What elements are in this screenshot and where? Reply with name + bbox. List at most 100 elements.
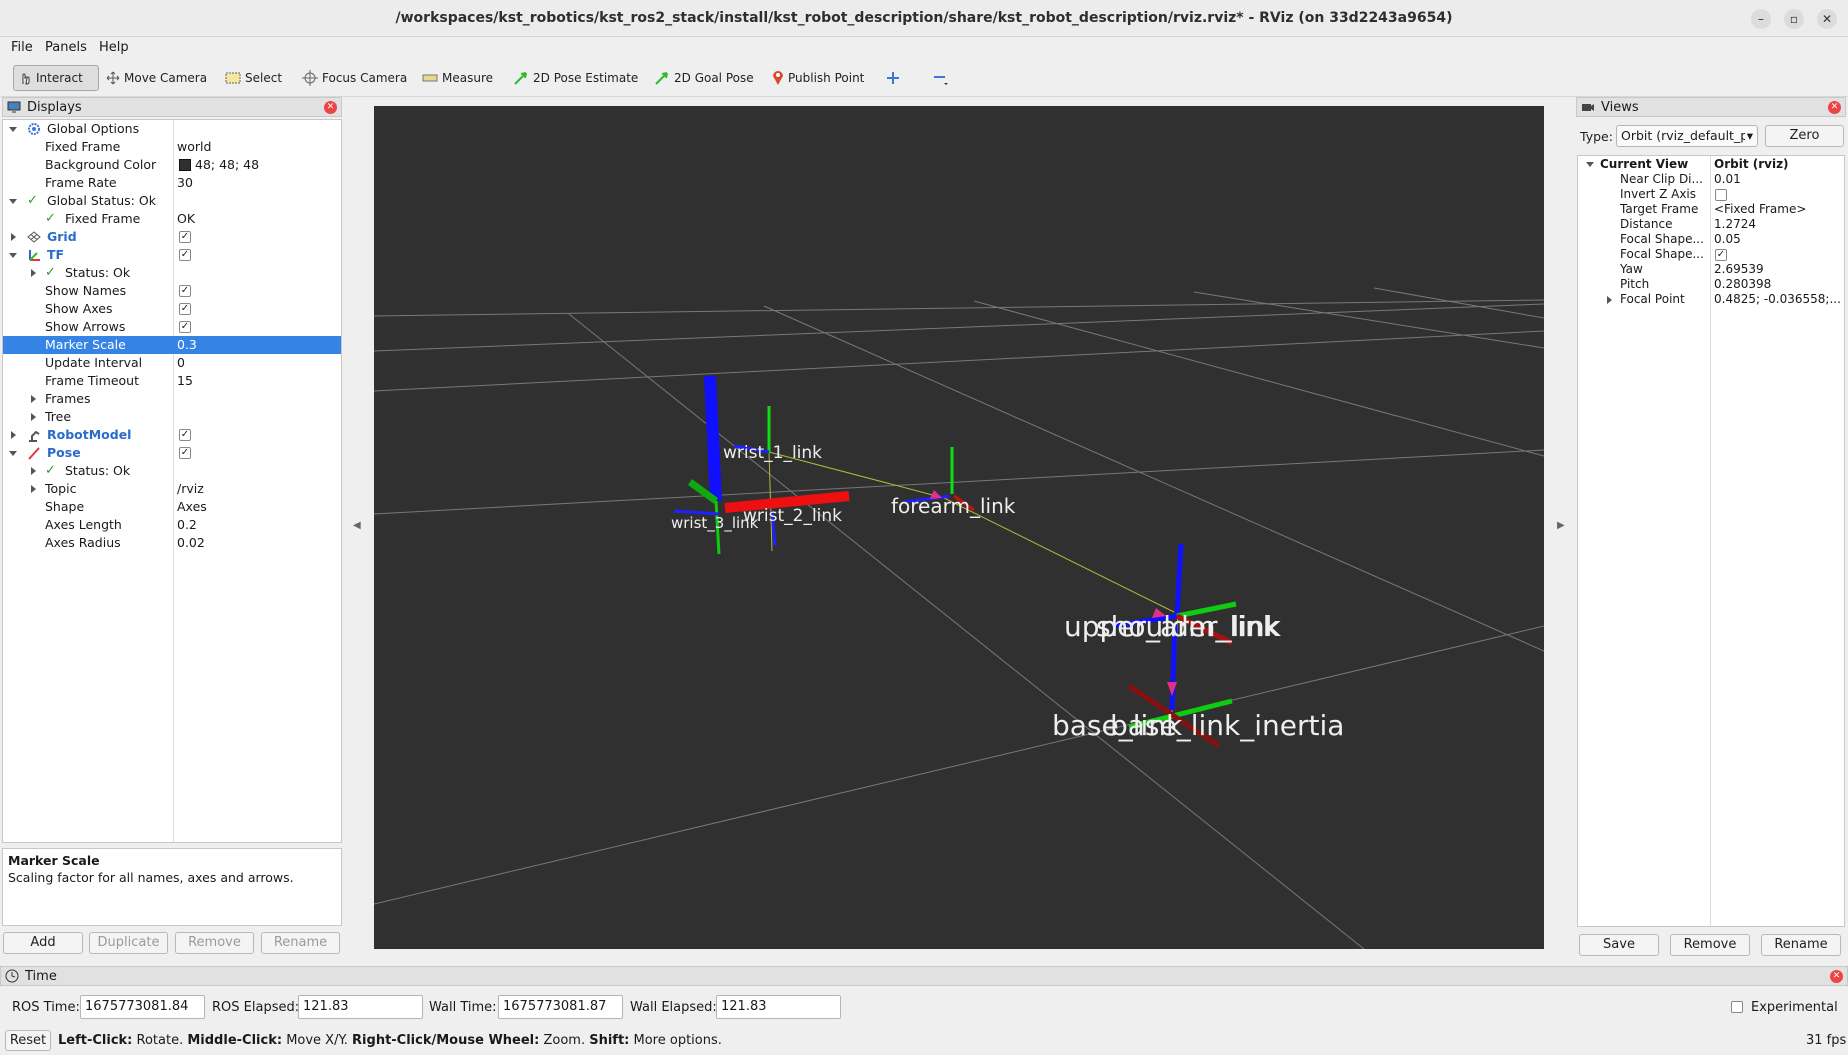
collapse-arrow-icon[interactable] (31, 485, 36, 493)
tree-row-frame-rate[interactable]: Frame Rate 30 (3, 174, 341, 192)
show-names-checkbox[interactable]: ✓ (179, 285, 191, 297)
tree-value[interactable]: <Fixed Frame> (1714, 202, 1842, 217)
expand-arrow-icon[interactable] (9, 199, 17, 204)
add-tool-button[interactable] (882, 65, 904, 91)
tree-row-focal-shape-size[interactable]: Focal Shape... 0.05 (1578, 232, 1844, 247)
rename-display-button[interactable]: Rename (261, 932, 340, 954)
tree-row-current-view[interactable]: Current View Orbit (rviz) (1578, 157, 1844, 172)
tree-row-axes-radius[interactable]: Axes Radius 0.02 (3, 534, 341, 552)
close-icon[interactable]: ✕ (324, 101, 337, 114)
tree-row-pitch[interactable]: Pitch 0.280398 (1578, 277, 1844, 292)
tree-value[interactable]: 2.69539 (1714, 262, 1842, 277)
goal-pose-tool[interactable]: 2D Goal Pose (650, 65, 758, 91)
enabled-checkbox[interactable]: ✓ (179, 231, 191, 243)
tree-row-show-names[interactable]: Show Names ✓ (3, 282, 341, 300)
tree-row-tf-status[interactable]: ✓ Status: Ok (3, 264, 341, 282)
menu-file[interactable]: File (11, 40, 33, 55)
tree-row-target-frame[interactable]: Target Frame <Fixed Frame> (1578, 202, 1844, 217)
rename-view-button[interactable]: Rename (1761, 934, 1841, 956)
enabled-checkbox[interactable]: ✓ (179, 249, 191, 261)
tree-value[interactable]: 0.01 (1714, 172, 1842, 187)
tree-value[interactable]: 1.2724 (1714, 217, 1842, 232)
collapse-arrow-icon[interactable] (31, 269, 36, 277)
collapse-arrow-icon[interactable] (31, 467, 36, 475)
expand-arrow-icon[interactable] (9, 451, 17, 456)
select-tool[interactable]: Select (221, 65, 286, 91)
tree-row-global-status[interactable]: ✓ Global Status: Ok (3, 192, 341, 210)
tree-value[interactable]: Axes (177, 498, 207, 516)
interact-tool[interactable]: Interact (13, 65, 99, 91)
tree-row-update-interval[interactable]: Update Interval 0 (3, 354, 341, 372)
tree-row-focal-shape-fixed[interactable]: Focal Shape... ✓ (1578, 247, 1844, 262)
zero-button[interactable]: Zero (1765, 125, 1844, 147)
collapse-right-icon[interactable]: ▶ (1557, 520, 1565, 531)
view-type-select[interactable]: Orbit (rviz_default_p ▾ (1616, 125, 1758, 147)
color-swatch[interactable] (179, 159, 191, 171)
collapse-left-icon[interactable]: ◀ (353, 520, 361, 531)
pose-estimate-tool[interactable]: 2D Pose Estimate (509, 65, 642, 91)
wall-elapsed-field[interactable]: 121.83 (716, 995, 841, 1019)
enabled-checkbox[interactable]: ✓ (179, 429, 191, 441)
tree-row-robot-model[interactable]: RobotModel ✓ (3, 426, 341, 444)
tree-row-near-clip[interactable]: Near Clip Di... 0.01 (1578, 172, 1844, 187)
menu-help[interactable]: Help (99, 40, 129, 55)
tree-row-marker-scale[interactable]: Marker Scale 0.3 (3, 336, 341, 354)
tree-value[interactable]: /rviz (177, 480, 204, 498)
tree-row-background-color[interactable]: Background Color 48; 48; 48 (3, 156, 341, 174)
focus-camera-tool[interactable]: Focus Camera (298, 65, 411, 91)
tree-value[interactable]: 0.280398 (1714, 277, 1842, 292)
remove-view-button[interactable]: Remove (1670, 934, 1750, 956)
tree-row-shape[interactable]: Shape Axes (3, 498, 341, 516)
tree-row-show-axes[interactable]: Show Axes ✓ (3, 300, 341, 318)
tree-row-global-options[interactable]: Global Options (3, 120, 341, 138)
collapse-arrow-icon[interactable] (11, 233, 16, 241)
tree-row-grid[interactable]: Grid ✓ (3, 228, 341, 246)
tree-row-fixed-frame[interactable]: Fixed Frame world (3, 138, 341, 156)
scene-canvas[interactable]: wrist_1_link wrist_2_link wrist_3_link f… (373, 106, 1545, 950)
tree-row-status-fixed-frame[interactable]: ✓ Fixed Frame OK (3, 210, 341, 228)
tree-value[interactable]: 0.3 (177, 336, 197, 354)
tree-value[interactable]: 0.05 (1714, 232, 1842, 247)
expand-arrow-icon[interactable] (1586, 162, 1594, 167)
render-viewport[interactable]: wrist_1_link wrist_2_link wrist_3_link f… (373, 106, 1545, 950)
experimental-checkbox[interactable] (1731, 1001, 1743, 1013)
tree-row-topic[interactable]: Topic /rviz (3, 480, 341, 498)
ros-time-field[interactable]: 1675773081.84 (80, 995, 205, 1019)
show-axes-checkbox[interactable]: ✓ (179, 303, 191, 315)
remove-display-button[interactable]: Remove (175, 932, 254, 954)
enabled-checkbox[interactable]: ✓ (179, 447, 191, 459)
minimize-button[interactable]: – (1751, 9, 1771, 29)
show-arrows-checkbox[interactable]: ✓ (179, 321, 191, 333)
tree-row-axes-length[interactable]: Axes Length 0.2 (3, 516, 341, 534)
tree-row-frame-timeout[interactable]: Frame Timeout 15 (3, 372, 341, 390)
measure-tool[interactable]: Measure (418, 65, 497, 91)
tree-value[interactable]: 30 (177, 174, 193, 192)
close-icon[interactable]: ✕ (1828, 101, 1841, 114)
tree-row-frames[interactable]: Frames (3, 390, 341, 408)
move-camera-tool[interactable]: Move Camera (102, 65, 211, 91)
tree-value[interactable]: 15 (177, 372, 193, 390)
tree-row-invert-z[interactable]: Invert Z Axis (1578, 187, 1844, 202)
collapse-arrow-icon[interactable] (1607, 296, 1612, 304)
ros-elapsed-field[interactable]: 121.83 (298, 995, 423, 1019)
invert-z-checkbox[interactable] (1715, 189, 1727, 201)
tree-row-pose-status[interactable]: ✓ Status: Ok (3, 462, 341, 480)
tree-value[interactable]: 48; 48; 48 (195, 156, 259, 174)
wall-time-field[interactable]: 1675773081.87 (498, 995, 623, 1019)
tree-value[interactable]: 0 (177, 354, 185, 372)
collapse-arrow-icon[interactable] (31, 413, 36, 421)
tree-row-tf[interactable]: TF ✓ (3, 246, 341, 264)
expand-arrow-icon[interactable] (9, 253, 17, 258)
tree-value[interactable]: 0.02 (177, 534, 205, 552)
tree-value[interactable]: 0.2 (177, 516, 197, 534)
maximize-button[interactable]: ▫ (1784, 9, 1804, 29)
focal-shape-checkbox[interactable]: ✓ (1715, 249, 1727, 261)
collapse-arrow-icon[interactable] (31, 395, 36, 403)
tree-row-show-arrows[interactable]: Show Arrows ✓ (3, 318, 341, 336)
close-icon[interactable]: ✕ (1830, 970, 1843, 983)
save-view-button[interactable]: Save (1579, 934, 1659, 956)
collapse-arrow-icon[interactable] (11, 431, 16, 439)
close-button[interactable]: ✕ (1817, 9, 1837, 29)
tree-row-focal-point[interactable]: Focal Point 0.4825; -0.036558;... (1578, 292, 1844, 307)
tree-row-pose[interactable]: Pose ✓ (3, 444, 341, 462)
